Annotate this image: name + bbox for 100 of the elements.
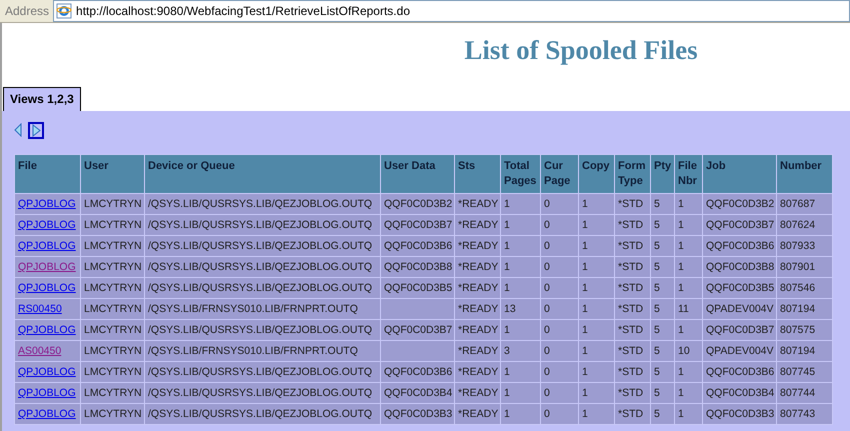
table-cell: 1 bbox=[500, 404, 540, 424]
table-cell: 1 bbox=[674, 404, 702, 424]
table-cell: 1 bbox=[578, 214, 614, 236]
tab[interactable]: Views 1,2,3 bbox=[3, 87, 81, 111]
table-cell: 5 bbox=[650, 278, 674, 298]
column-header: Device or Queue bbox=[144, 154, 380, 194]
table-cell: *STD bbox=[614, 340, 650, 362]
table-cell: *READY bbox=[454, 298, 500, 320]
table-cell: 5 bbox=[650, 362, 674, 382]
table-cell: QQF0C0D3B6 bbox=[702, 236, 776, 256]
table-cell: LMCYTRYN bbox=[80, 340, 144, 362]
table-cell: 1 bbox=[578, 278, 614, 298]
table-cell: *READY bbox=[454, 278, 500, 298]
table-cell: 807744 bbox=[776, 382, 832, 404]
table-cell: 1 bbox=[500, 214, 540, 236]
table-cell: QQF0C0D3B6 bbox=[380, 236, 454, 256]
table-cell: 0 bbox=[540, 320, 578, 340]
table-cell: *STD bbox=[614, 236, 650, 256]
table-cell: QQF0C0D3B7 bbox=[702, 214, 776, 236]
table-cell: 5 bbox=[650, 340, 674, 362]
next-icon[interactable] bbox=[28, 122, 44, 138]
table-cell: QQF0C0D3B8 bbox=[380, 256, 454, 278]
table-cell: 0 bbox=[540, 256, 578, 278]
table-cell: 807194 bbox=[776, 340, 832, 362]
column-header: Copy bbox=[578, 154, 614, 194]
table-cell: *STD bbox=[614, 362, 650, 382]
table-cell: *STD bbox=[614, 194, 650, 214]
table-cell: QQF0C0D3B3 bbox=[380, 404, 454, 424]
table-cell: 1 bbox=[674, 194, 702, 214]
table-cell: QQF0C0D3B7 bbox=[380, 320, 454, 340]
table-cell: *READY bbox=[454, 194, 500, 214]
table-cell: *READY bbox=[454, 320, 500, 340]
table-cell: LMCYTRYN bbox=[80, 236, 144, 256]
column-header: Total Pages bbox=[500, 154, 540, 194]
table-cell: 807687 bbox=[776, 194, 832, 214]
table-cell: 807743 bbox=[776, 404, 832, 424]
table-cell: LMCYTRYN bbox=[80, 382, 144, 404]
table-cell: 1 bbox=[500, 194, 540, 214]
table-cell: /QSYS.LIB/FRNSYS010.LIB/FRNPRT.OUTQ bbox=[144, 340, 380, 362]
table-cell: LMCYTRYN bbox=[80, 278, 144, 298]
table-cell: 1 bbox=[674, 236, 702, 256]
table-cell: 3 bbox=[500, 340, 540, 362]
table-cell: 0 bbox=[540, 340, 578, 362]
table-cell: *STD bbox=[614, 256, 650, 278]
table-cell: 1 bbox=[674, 214, 702, 236]
column-header: File Nbr bbox=[674, 154, 702, 194]
table-cell: QQF0C0D3B6 bbox=[380, 362, 454, 382]
table-cell: 11 bbox=[674, 298, 702, 320]
table-cell: 0 bbox=[540, 278, 578, 298]
column-header: Sts bbox=[454, 154, 500, 194]
table-cell: *READY bbox=[454, 256, 500, 278]
table-cell: /QSYS.LIB/QUSRSYS.LIB/QEZJOBLOG.OUTQ bbox=[144, 404, 380, 424]
table-cell: 5 bbox=[650, 236, 674, 256]
table-cell: QPADEV004V bbox=[702, 340, 776, 362]
table-cell: *STD bbox=[614, 382, 650, 404]
table-cell: 1 bbox=[578, 256, 614, 278]
address-field[interactable]: http://localhost:9080/WebfacingTest1/RetrieveListOfReports.do bbox=[53, 0, 850, 22]
column-header: User Data bbox=[380, 154, 454, 194]
table-cell: 1 bbox=[578, 362, 614, 382]
table-cell: 1 bbox=[578, 298, 614, 320]
table-cell: 5 bbox=[650, 404, 674, 424]
table-cell: 1 bbox=[674, 278, 702, 298]
table-cell: 5 bbox=[650, 194, 674, 214]
table-cell: 0 bbox=[540, 362, 578, 382]
table-cell: 807575 bbox=[776, 320, 832, 340]
table-cell: QQF0C0D3B5 bbox=[702, 278, 776, 298]
table-cell: QQF0C0D3B2 bbox=[702, 194, 776, 214]
table-cell: *READY bbox=[454, 404, 500, 424]
table-cell: /QSYS.LIB/QUSRSYS.LIB/QEZJOBLOG.OUTQ bbox=[144, 214, 380, 236]
table-cell: 1 bbox=[578, 340, 614, 362]
table-cell: 1 bbox=[674, 256, 702, 278]
table-cell: 807546 bbox=[776, 278, 832, 298]
table-cell: 13 bbox=[500, 298, 540, 320]
table-cell: QQF0C0D3B3 bbox=[702, 404, 776, 424]
table-cell: 5 bbox=[650, 256, 674, 278]
table-cell: 1 bbox=[500, 362, 540, 382]
column-header: Job bbox=[702, 154, 776, 194]
table-cell: 1 bbox=[578, 236, 614, 256]
table-cell: LMCYTRYN bbox=[80, 362, 144, 382]
page-title: List of Spooled Files bbox=[464, 35, 698, 65]
table-cell: 1 bbox=[500, 382, 540, 404]
column-header: User bbox=[80, 154, 144, 194]
table-cell: /QSYS.LIB/QUSRSYS.LIB/QEZJOBLOG.OUTQ bbox=[144, 236, 380, 256]
table-cell: /QSYS.LIB/QUSRSYS.LIB/QEZJOBLOG.OUTQ bbox=[144, 362, 380, 382]
table-cell: 807194 bbox=[776, 298, 832, 320]
table-cell: LMCYTRYN bbox=[80, 320, 144, 340]
table-cell: QQF0C0D3B6 bbox=[702, 362, 776, 382]
table-cell: 1 bbox=[578, 320, 614, 340]
table-cell: 1 bbox=[500, 236, 540, 256]
table-cell: *STD bbox=[614, 278, 650, 298]
table-cell: QQF0C0D3B7 bbox=[702, 320, 776, 340]
column-header: Pty bbox=[650, 154, 674, 194]
table-cell: /QSYS.LIB/QUSRSYS.LIB/QEZJOBLOG.OUTQ bbox=[144, 278, 380, 298]
table-cell: 807933 bbox=[776, 236, 832, 256]
previous-icon[interactable] bbox=[14, 123, 22, 137]
table-cell: QPADEV004V bbox=[702, 298, 776, 320]
table-cell: *STD bbox=[614, 404, 650, 424]
table-cell: LMCYTRYN bbox=[80, 214, 144, 236]
table-cell: 5 bbox=[650, 298, 674, 320]
table-cell: /QSYS.LIB/QUSRSYS.LIB/QEZJOBLOG.OUTQ bbox=[144, 256, 380, 278]
